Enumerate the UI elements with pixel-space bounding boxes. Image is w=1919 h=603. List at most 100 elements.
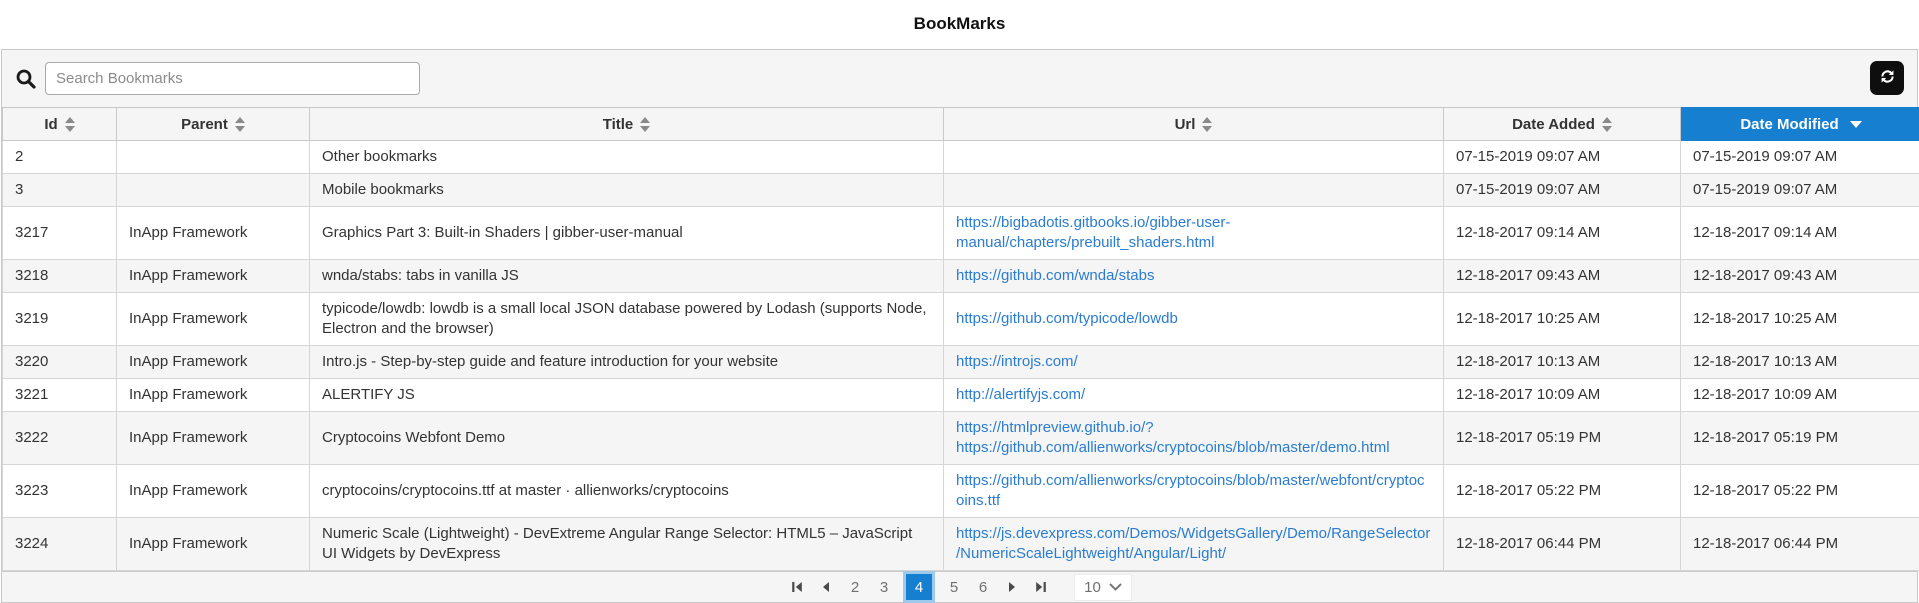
bookmarks-panel: Id Parent Title Url Date Added: [1, 49, 1918, 603]
bookmark-link[interactable]: https://js.devexpress.com/Demos/WidgetsG…: [956, 525, 1430, 562]
table-row[interactable]: 3221 InApp Framework ALERTIFY JS http://…: [3, 379, 1919, 412]
skip-last-icon: [1035, 581, 1047, 593]
table-row[interactable]: 3218 InApp Framework wnda/stabs: tabs in…: [3, 260, 1919, 293]
cell-date-modified: 12-18-2017 09:43 AM: [1681, 260, 1919, 293]
cell-date-modified: 12-18-2017 10:25 AM: [1681, 293, 1919, 346]
cell-title: typicode/lowdb: lowdb is a small local J…: [310, 293, 944, 346]
cell-id: 3222: [3, 412, 117, 465]
cell-url: https://js.devexpress.com/Demos/WidgetsG…: [944, 518, 1444, 571]
cell-id: 3224: [3, 518, 117, 571]
cell-title: Other bookmarks: [310, 141, 944, 174]
next-page-button[interactable]: [1002, 575, 1022, 599]
column-label: Title: [603, 116, 634, 133]
cell-date-added: 12-18-2017 09:14 AM: [1444, 207, 1681, 260]
cell-id: 3: [3, 174, 117, 207]
bookmark-link[interactable]: https://github.com/wnda/stabs: [956, 267, 1154, 284]
cell-id: 3221: [3, 379, 117, 412]
first-page-button[interactable]: [787, 575, 807, 599]
previous-page-button[interactable]: [816, 575, 836, 599]
column-header-url[interactable]: Url: [944, 108, 1444, 141]
column-header-date-added[interactable]: Date Added: [1444, 108, 1681, 141]
bookmarks-table: Id Parent Title Url Date Added: [2, 107, 1919, 571]
bookmark-link[interactable]: https://github.com/allienworks/cryptocoi…: [956, 472, 1425, 509]
cell-url: https://bigbadotis.gitbooks.io/gibber-us…: [944, 207, 1444, 260]
cell-url: https://github.com/wnda/stabs: [944, 260, 1444, 293]
table-row[interactable]: 3224 InApp Framework Numeric Scale (Ligh…: [3, 518, 1919, 571]
cell-title: Intro.js - Step-by-step guide and featur…: [310, 346, 944, 379]
cell-parent: InApp Framework: [117, 379, 310, 412]
cell-url: [944, 141, 1444, 174]
column-header-date-modified[interactable]: Date Modified: [1681, 108, 1919, 141]
cell-parent: InApp Framework: [117, 207, 310, 260]
cell-parent: [117, 174, 310, 207]
bookmark-link[interactable]: http://alertifyjs.com/: [956, 386, 1085, 403]
table-row[interactable]: 3223 InApp Framework cryptocoins/cryptoc…: [3, 465, 1919, 518]
refresh-icon: [1879, 68, 1896, 88]
cell-date-added: 12-18-2017 06:44 PM: [1444, 518, 1681, 571]
cell-url: https://htmlpreview.github.io/? https://…: [944, 412, 1444, 465]
cell-title: Cryptocoins Webfont Demo: [310, 412, 944, 465]
cell-title: cryptocoins/cryptocoins.ttf at master · …: [310, 465, 944, 518]
cell-title: wnda/stabs: tabs in vanilla JS: [310, 260, 944, 293]
page-size-select[interactable]: 10: [1074, 574, 1132, 601]
column-header-title[interactable]: Title: [310, 108, 944, 141]
chevron-down-icon: [1109, 583, 1122, 591]
cell-date-added: 07-15-2019 09:07 AM: [1444, 174, 1681, 207]
sort-icon: [235, 117, 245, 132]
table-row[interactable]: 3219 InApp Framework typicode/lowdb: low…: [3, 293, 1919, 346]
column-label: Id: [44, 116, 57, 133]
search-input[interactable]: [45, 62, 420, 95]
cell-date-added: 12-18-2017 05:19 PM: [1444, 412, 1681, 465]
table-body: 2 Other bookmarks 07-15-2019 09:07 AM 07…: [3, 141, 1919, 571]
bookmark-link[interactable]: https://htmlpreview.github.io/? https://…: [956, 419, 1390, 456]
cell-id: 3223: [3, 465, 117, 518]
cell-parent: [117, 141, 310, 174]
page-button-active[interactable]: 4: [903, 571, 935, 603]
page-button[interactable]: 6: [973, 575, 993, 599]
cell-date-added: 12-18-2017 05:22 PM: [1444, 465, 1681, 518]
cell-url: https://github.com/typicode/lowdb: [944, 293, 1444, 346]
cell-id: 3218: [3, 260, 117, 293]
cell-date-modified: 12-18-2017 10:09 AM: [1681, 379, 1919, 412]
pagination-bar: 2 3 4 5 6 10: [2, 571, 1917, 602]
cell-url: https://github.com/allienworks/cryptocoi…: [944, 465, 1444, 518]
cell-date-modified: 12-18-2017 05:19 PM: [1681, 412, 1919, 465]
page-button[interactable]: 3: [874, 575, 894, 599]
cell-parent: InApp Framework: [117, 260, 310, 293]
column-header-parent[interactable]: Parent: [117, 108, 310, 141]
cell-url: http://alertifyjs.com/: [944, 379, 1444, 412]
cell-parent: InApp Framework: [117, 412, 310, 465]
last-page-button[interactable]: [1031, 575, 1051, 599]
toolbar: [2, 50, 1917, 107]
page-size-value: 10: [1084, 579, 1101, 596]
cell-date-modified: 07-15-2019 09:07 AM: [1681, 141, 1919, 174]
cell-parent: InApp Framework: [117, 465, 310, 518]
cell-url: [944, 174, 1444, 207]
page-button[interactable]: 5: [944, 575, 964, 599]
sort-desc-icon: [1850, 121, 1862, 128]
table-row[interactable]: 3217 InApp Framework Graphics Part 3: Bu…: [3, 207, 1919, 260]
table-row[interactable]: 3222 InApp Framework Cryptocoins Webfont…: [3, 412, 1919, 465]
column-label: Date Added: [1512, 116, 1595, 133]
search-icon: [15, 68, 37, 90]
skip-first-icon: [791, 581, 803, 593]
page-button[interactable]: 2: [845, 575, 865, 599]
column-header-id[interactable]: Id: [3, 108, 117, 141]
table-row[interactable]: 2 Other bookmarks 07-15-2019 09:07 AM 07…: [3, 141, 1919, 174]
table-row[interactable]: 3 Mobile bookmarks 07-15-2019 09:07 AM 0…: [3, 174, 1919, 207]
chevron-right-icon: [1006, 581, 1018, 593]
cell-date-modified: 07-15-2019 09:07 AM: [1681, 174, 1919, 207]
cell-parent: InApp Framework: [117, 346, 310, 379]
cell-date-added: 07-15-2019 09:07 AM: [1444, 141, 1681, 174]
table-row[interactable]: 3220 InApp Framework Intro.js - Step-by-…: [3, 346, 1919, 379]
bookmark-link[interactable]: https://github.com/typicode/lowdb: [956, 310, 1178, 327]
cell-date-added: 12-18-2017 10:25 AM: [1444, 293, 1681, 346]
refresh-button[interactable]: [1870, 61, 1904, 95]
column-label: Url: [1175, 116, 1196, 133]
bookmark-link[interactable]: https://introjs.com/: [956, 353, 1078, 370]
bookmark-link[interactable]: https://bigbadotis.gitbooks.io/gibber-us…: [956, 214, 1230, 251]
header-row: Id Parent Title Url Date Added: [3, 108, 1919, 141]
cell-parent: InApp Framework: [117, 293, 310, 346]
cell-title: Numeric Scale (Lightweight) - DevExtreme…: [310, 518, 944, 571]
column-label: Parent: [181, 116, 228, 133]
